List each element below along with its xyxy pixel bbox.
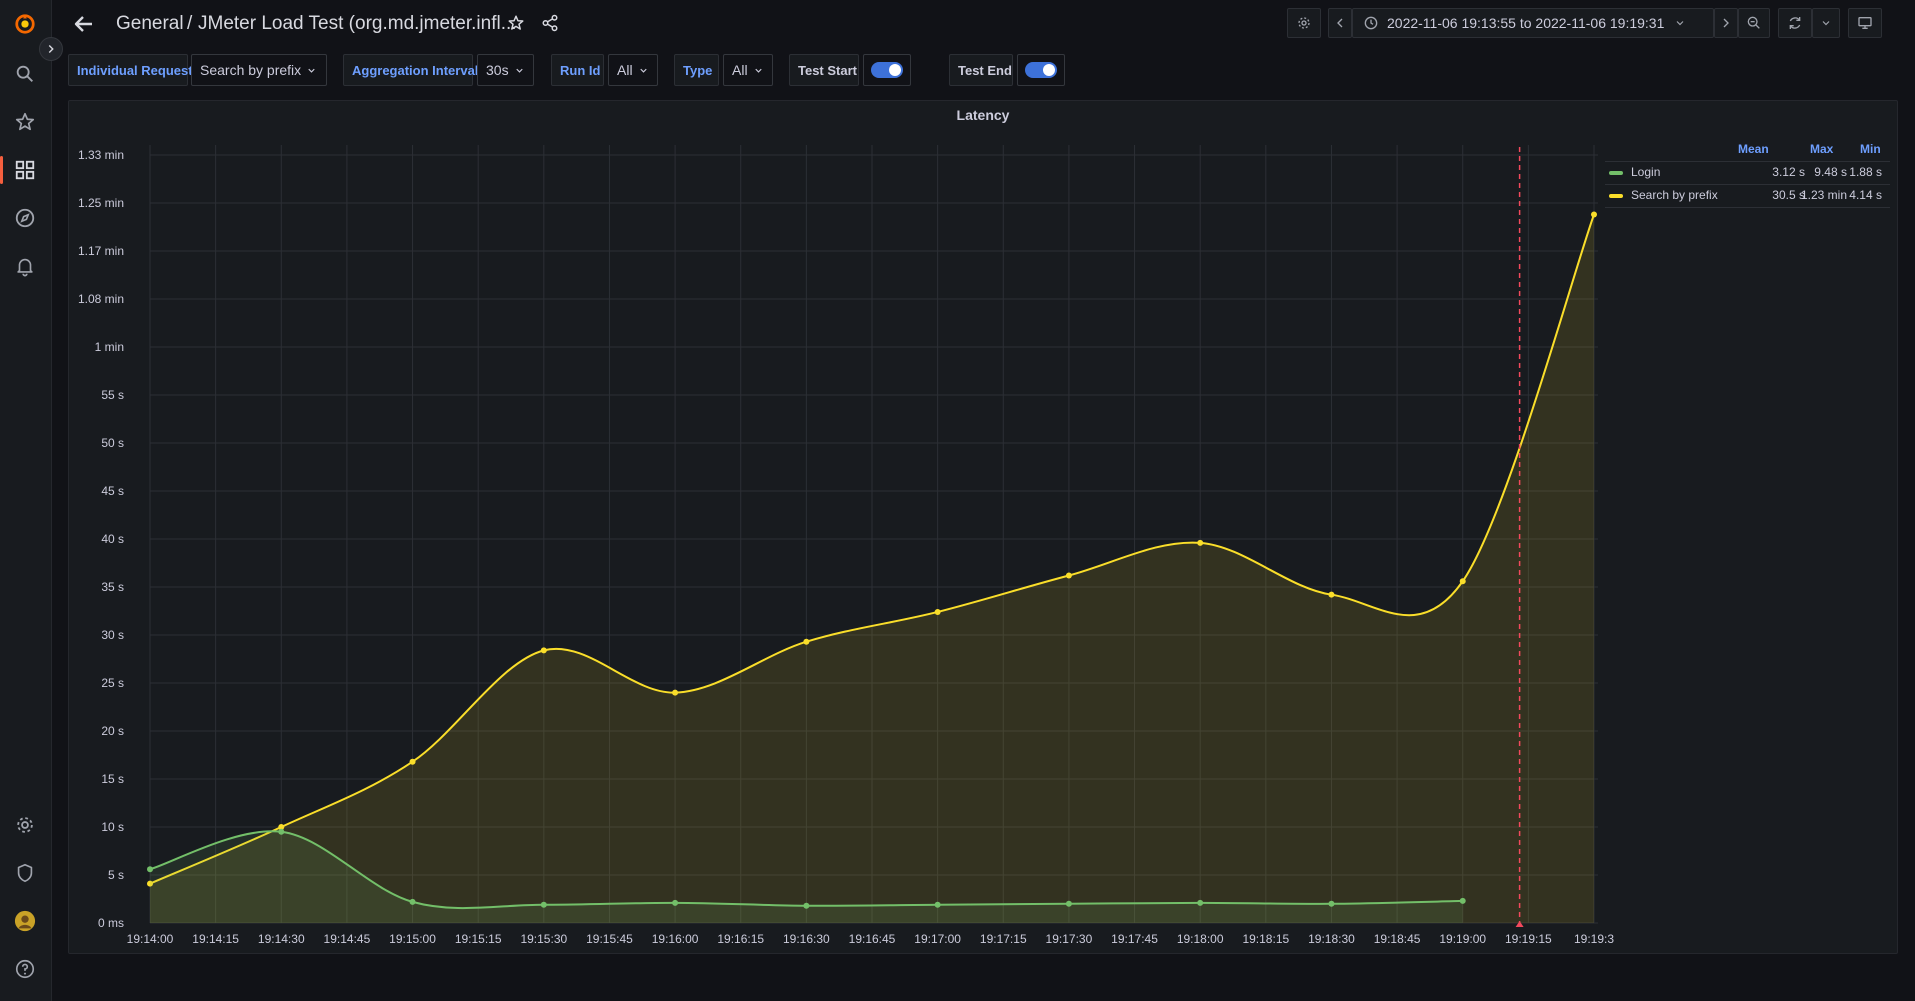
legend-header-mean[interactable]: Mean [1738,142,1769,156]
x-tick-label: 19:16:45 [849,932,896,946]
y-tick-label: 40 s [101,532,124,546]
data-point [1459,897,1466,904]
x-tick-label: 19:14:30 [258,932,305,946]
data-point [1065,900,1072,907]
legend-row-search-by-prefix[interactable]: Search by prefix 30.5 s 1.23 min 4.14 s [1605,184,1890,208]
data-point [672,689,679,696]
data-point [409,898,416,905]
legend-series-name: Login [1631,165,1661,179]
y-tick-label: 45 s [101,484,124,498]
y-tick-label: 1 min [95,340,124,354]
y-tick-label: 55 s [101,388,124,402]
y-tick-label: 0 ms [98,916,124,930]
data-point [803,902,810,909]
y-tick-label: 5 s [108,868,124,882]
x-tick-label: 19:17:30 [1046,932,1093,946]
data-point [1328,900,1335,907]
x-tick-label: 19:16:30 [783,932,830,946]
chevron-right-icon [48,45,54,53]
legend-swatch [1609,171,1623,175]
legend-header-min[interactable]: Min [1860,142,1881,156]
y-tick-label: 35 s [101,580,124,594]
x-tick-label: 19:14:45 [324,932,371,946]
y-tick-label: 15 s [101,772,124,786]
x-tick-label: 19:16:00 [652,932,699,946]
legend-max: 1.23 min [1800,188,1847,202]
legend-row-login[interactable]: Login 3.12 s 9.48 s 1.88 s [1605,161,1890,184]
x-tick-label: 19:17:45 [1111,932,1158,946]
data-point [1065,572,1072,579]
data-point [540,647,547,654]
x-tick-label: 19:19:00 [1439,932,1486,946]
legend-mean: 3.12 s [1772,165,1805,179]
y-tick-label: 1.33 min [78,148,124,162]
data-point [278,828,285,835]
legend-swatch [1609,194,1623,198]
x-tick-label: 19:18:00 [1177,932,1224,946]
y-tick-label: 1.17 min [78,244,124,258]
y-tick-label: 30 s [101,628,124,642]
data-point [147,866,153,873]
data-point [1197,539,1204,546]
x-tick-label: 19:19:15 [1505,932,1552,946]
x-tick-label: 19:15:00 [389,932,436,946]
x-tick-label: 19:19:3 [1574,932,1614,946]
x-tick-label: 19:18:15 [1242,932,1289,946]
x-tick-label: 19:17:00 [914,932,961,946]
x-tick-label: 19:14:00 [127,932,174,946]
legend-header-max[interactable]: Max [1810,142,1833,156]
legend-series-name: Search by prefix [1631,188,1718,202]
y-tick-label: 20 s [101,724,124,738]
data-point [672,899,679,906]
data-point [540,901,547,908]
y-tick-label: 50 s [101,436,124,450]
x-tick-label: 19:18:45 [1374,932,1421,946]
y-tick-label: 25 s [101,676,124,690]
data-point [1459,578,1466,585]
data-point [1328,591,1335,598]
data-point [1197,899,1204,906]
x-tick-label: 19:16:15 [717,932,764,946]
data-point [1591,211,1597,218]
data-point [409,758,416,765]
data-point [934,608,941,615]
data-point [803,638,810,645]
data-point [934,901,941,908]
y-tick-label: 1.25 min [78,196,124,210]
legend-min: 1.88 s [1849,165,1882,179]
legend-min: 4.14 s [1849,188,1882,202]
legend-max: 9.48 s [1814,165,1847,179]
x-tick-label: 19:18:30 [1308,932,1355,946]
y-tick-label: 10 s [101,820,124,834]
expand-menu-button[interactable] [39,37,63,61]
x-tick-label: 19:15:30 [520,932,567,946]
x-tick-label: 19:14:15 [192,932,239,946]
x-tick-label: 19:15:45 [586,932,633,946]
y-tick-label: 1.08 min [78,292,124,306]
x-tick-label: 19:15:15 [455,932,502,946]
latency-chart[interactable]: 0 ms 5 s 10 s 15 s 20 s 25 s 30 s 35 s 40 s 45 s 5… [0,0,1915,1001]
x-tick-label: 19:17:15 [980,932,1027,946]
